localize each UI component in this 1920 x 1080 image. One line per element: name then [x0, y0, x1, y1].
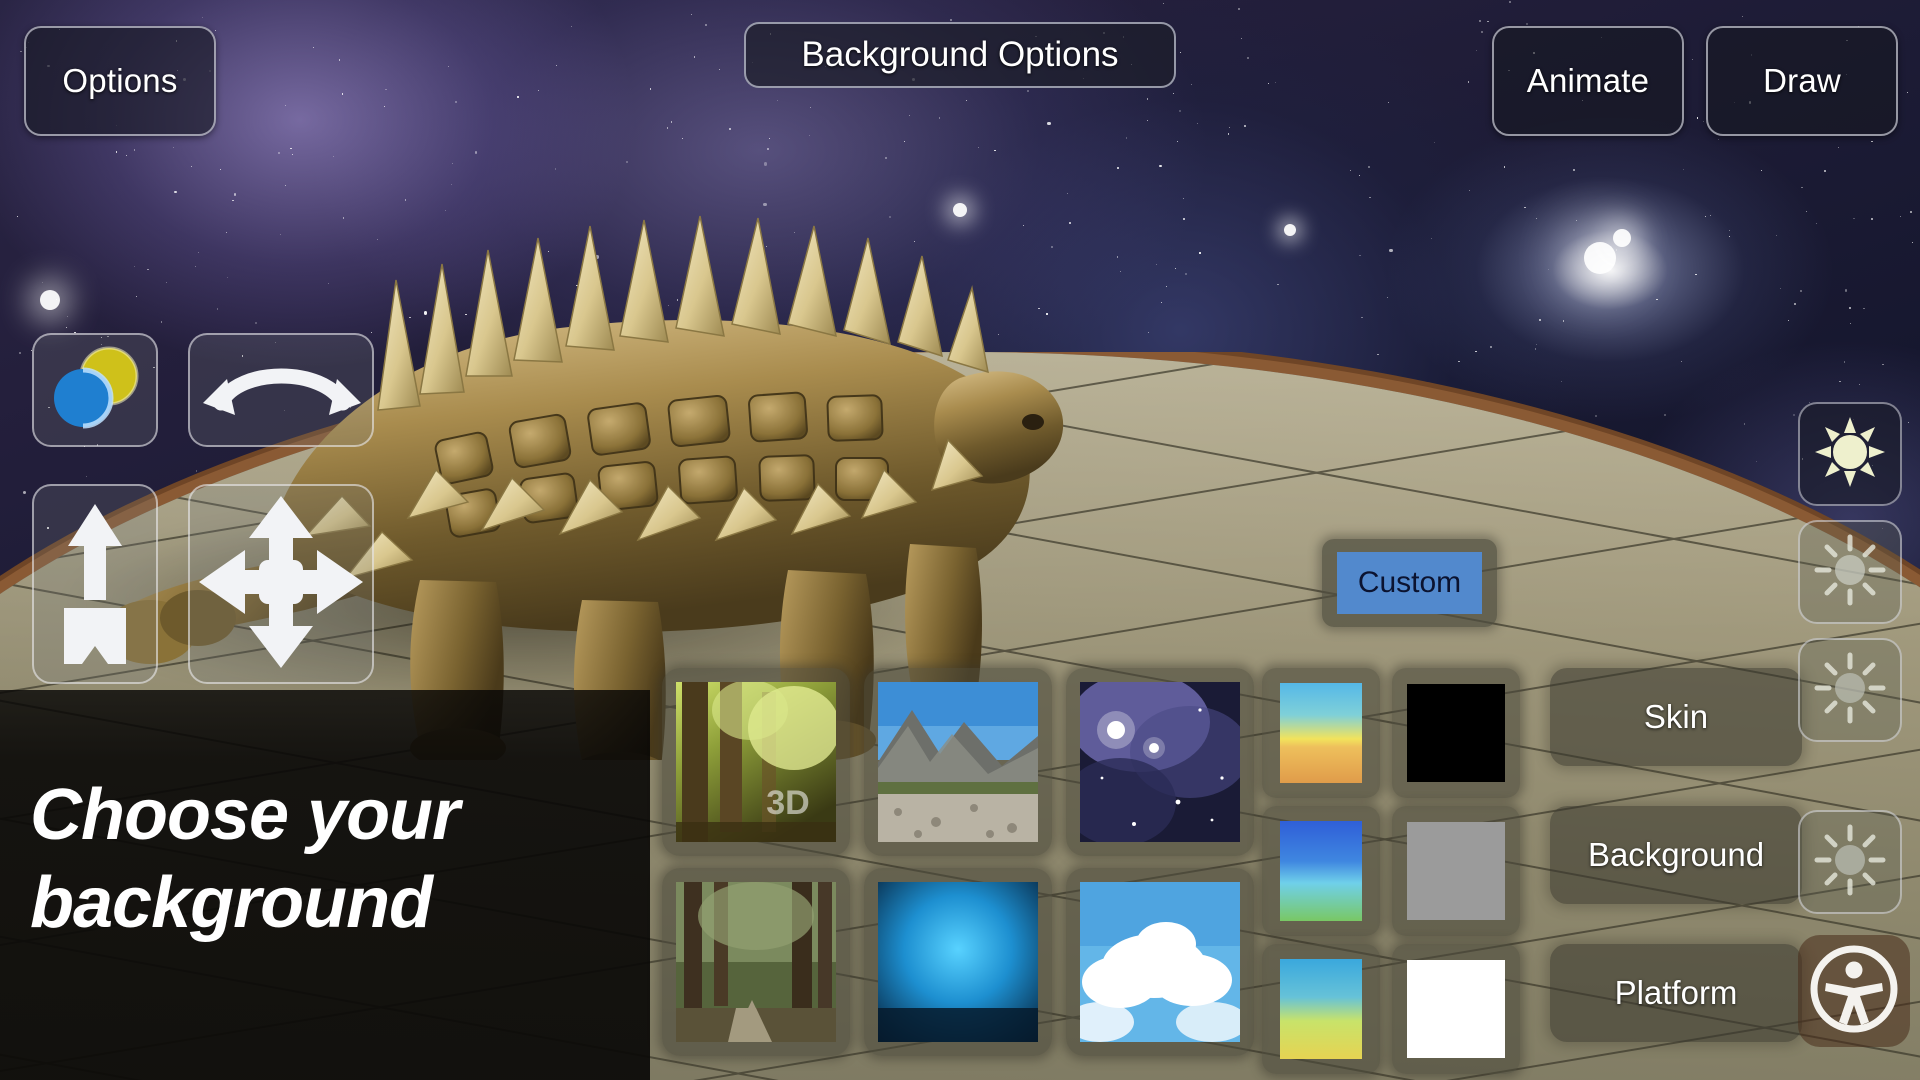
cloudy-blue-sky-thumb — [1066, 882, 1248, 1042]
background-thumb-mountain-valley[interactable] — [864, 668, 1052, 856]
menu-item-skin-label: Skin — [1643, 698, 1709, 735]
light-button-dim-1[interactable] — [1798, 520, 1902, 624]
swatch-cyan-yellow-gradient[interactable] — [1262, 944, 1380, 1074]
blue-studio-gradient-thumb — [878, 882, 1038, 1042]
menu-item-platform[interactable]: Platform — [1550, 944, 1802, 1042]
forest-sunlit-thumb: 3D — [676, 680, 840, 842]
draw-label: Draw — [1763, 62, 1841, 99]
scale-up-icon — [50, 496, 140, 673]
background-thumb-blue-studio-gradient[interactable] — [864, 868, 1052, 1056]
accessibility-button[interactable] — [1798, 935, 1910, 1047]
light-button-dim-3[interactable] — [1798, 810, 1902, 914]
background-thumb-misty-redwood-forest[interactable] — [662, 868, 850, 1056]
page-title-label: Background Options — [801, 35, 1119, 74]
promo-text: Choose your background — [30, 772, 690, 948]
swatch-sunset-sky-gradient[interactable] — [1262, 668, 1380, 798]
custom-label: Custom — [1357, 566, 1462, 599]
background-thumb-purple-nebula[interactable] — [1064, 668, 1254, 856]
background-thumb-forest-sunlit[interactable]: 3D — [662, 668, 850, 856]
background-thumb-cloudy-blue-sky[interactable] — [1066, 868, 1254, 1056]
gray-swatch — [1407, 822, 1505, 920]
white-swatch — [1407, 960, 1505, 1058]
custom-button-face: Custom — [1337, 552, 1482, 614]
misty-redwood-forest-thumb — [676, 882, 836, 1042]
scale-button[interactable] — [32, 484, 158, 684]
purple-nebula-thumb — [1064, 672, 1250, 846]
sun-dim-icon-1 — [1813, 533, 1887, 612]
menu-item-background-label: Background — [1587, 836, 1765, 873]
color-picker-button[interactable] — [32, 333, 158, 447]
sun-dim-icon-2 — [1813, 651, 1887, 730]
swatch-white[interactable] — [1392, 944, 1520, 1074]
accessibility-person-icon — [1807, 942, 1901, 1041]
rotate-arrow-icon — [195, 345, 367, 436]
black-swatch — [1407, 684, 1505, 782]
app-root: Options Background Options Animate Draw — [0, 0, 1920, 1080]
light-button-dim-2[interactable] — [1798, 638, 1902, 742]
options-label: Options — [62, 62, 178, 99]
swatch-blue-green-gradient[interactable] — [1262, 806, 1380, 936]
menu-item-background[interactable]: Background — [1550, 806, 1802, 904]
sun-dim-icon-3 — [1813, 823, 1887, 902]
options-button[interactable]: Options — [24, 26, 216, 136]
swatch-gray[interactable] — [1392, 806, 1520, 936]
page-title: Background Options — [744, 22, 1176, 88]
custom-background-button[interactable]: Custom — [1322, 539, 1497, 627]
mountain-valley-thumb — [878, 682, 1038, 842]
rotate-button[interactable] — [188, 333, 374, 447]
animate-label: Animate — [1526, 62, 1650, 99]
sun-bright-icon — [1813, 415, 1887, 494]
light-button-bright[interactable] — [1798, 402, 1902, 506]
two-circles-icon — [47, 346, 143, 435]
menu-item-platform-label: Platform — [1614, 974, 1738, 1011]
promo-line-2: background — [30, 862, 433, 943]
move-button[interactable] — [188, 484, 374, 684]
blue-green-gradient-swatch — [1280, 821, 1362, 921]
cyan-yellow-gradient-swatch — [1280, 959, 1362, 1059]
swatch-black[interactable] — [1392, 668, 1520, 798]
animate-button[interactable]: Animate — [1492, 26, 1684, 136]
menu-item-skin[interactable]: Skin — [1550, 668, 1802, 766]
draw-button[interactable]: Draw — [1706, 26, 1898, 136]
four-way-move-icon — [197, 492, 365, 677]
svg-text:3D: 3D — [766, 784, 809, 822]
promo-line-1: Choose your — [30, 775, 460, 855]
sunset-sky-gradient-swatch — [1280, 683, 1362, 783]
